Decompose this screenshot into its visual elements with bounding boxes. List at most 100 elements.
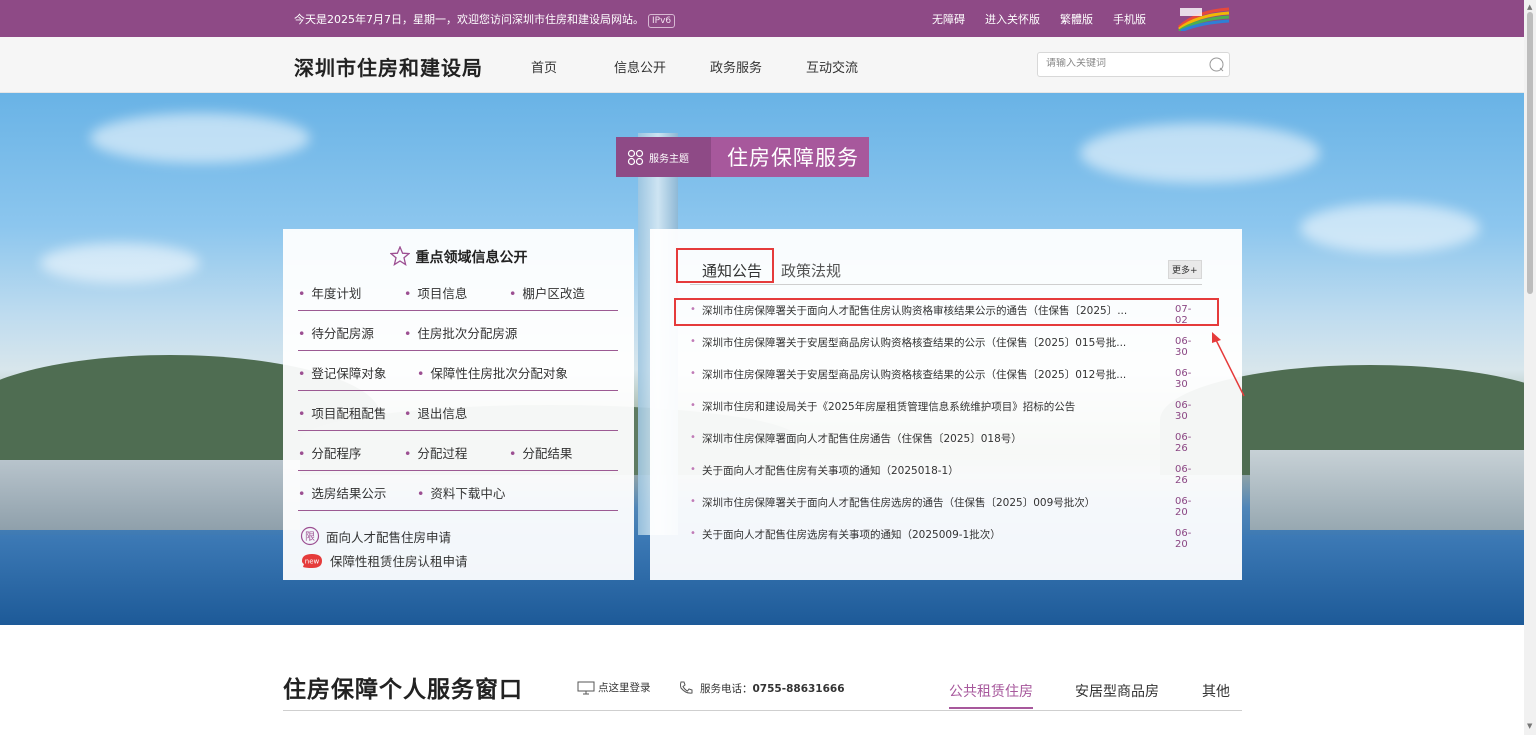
link-batch-housing[interactable]: 住房批次分配房源 (404, 323, 517, 342)
notice-tab-highlight-box (676, 248, 774, 283)
new-badge-text: new (305, 557, 320, 565)
list-item[interactable]: • 深圳市住房和建设局关于《2025年房屋租赁管理信息系统维护项目》招标的公告 06… (690, 395, 1202, 427)
service-theme-tag: 服务主题 住房保障服务 (616, 137, 869, 177)
link-shantytown[interactable]: 棚户区改造 (509, 283, 585, 302)
link-pending-housing[interactable]: 待分配房源 (298, 323, 374, 342)
link-batch-targets[interactable]: 保障性住房批次分配对象 (417, 363, 568, 382)
list-item[interactable]: • 深圳市住房保障署关于安居型商品房认购资格核查结果的公示（住保售〔2025〕01… (690, 331, 1202, 363)
phone-icon (680, 681, 693, 694)
notice-title[interactable]: 关于面向人才配售住房选房有关事项的通知（2025009-1批次） (702, 527, 1152, 542)
list-item[interactable]: • 深圳市住房保障署面向人才配售住房通告（住保售〔2025〕018号） 06-26 (690, 427, 1202, 459)
info-row-6: 选房结果公示 资料下载中心 (298, 471, 618, 511)
tab-other[interactable]: 其他 (1202, 681, 1230, 701)
rental-housing-apply[interactable]: new 保障性租赁住房认租申请 (300, 551, 468, 570)
link-project-info[interactable]: 项目信息 (404, 283, 467, 302)
link-allocation-process[interactable]: 分配过程 (404, 443, 467, 462)
notice-list: • 深圳市住房保障署关于面向人才配售住房认购资格审核结果公示的通告（住保售〔202… (690, 299, 1202, 555)
monitor-icon (577, 681, 595, 694)
scroll-thumb[interactable] (1527, 12, 1533, 294)
phone-label: 服务电话： (700, 682, 753, 695)
top-links: 无障碍 进入关怀版 繁體版 手机版 (932, 11, 1146, 27)
main-nav: 首页 信息公开 政务服务 互动交流 (531, 57, 858, 76)
notice-title[interactable]: 深圳市住房和建设局关于《2025年房屋租赁管理信息系统维护项目》招标的公告 (702, 399, 1152, 414)
talent-housing-apply[interactable]: 限 面向人才配售住房申请 (300, 526, 451, 546)
nav-interaction[interactable]: 互动交流 (806, 57, 858, 76)
talent-housing-apply-text: 面向人才配售住房申请 (326, 529, 452, 545)
top-bar: 今天是2025年7月7日，星期一，欢迎您访问深圳市住房和建设局网站。 IPv6 无… (0, 0, 1524, 37)
notice-title[interactable]: 深圳市住房保障署关于安居型商品房认购资格核查结果的公示（住保售〔2025〕015… (702, 335, 1152, 350)
traditional-chinese-link[interactable]: 繁體版 (1060, 11, 1093, 27)
ipv6-badge: IPv6 (648, 14, 676, 28)
star-icon (388, 245, 411, 267)
first-notice-highlight-box (674, 298, 1219, 326)
tab-public-rental[interactable]: 公共租赁住房 (949, 681, 1033, 709)
new-badge-icon: new (302, 553, 322, 568)
service-theme-title: 住房保障服务 (711, 137, 869, 177)
link-exit-info[interactable]: 退出信息 (404, 403, 467, 422)
notice-date: 06-26 (1175, 464, 1192, 486)
mobile-version-link[interactable]: 手机版 (1113, 11, 1146, 27)
notice-title[interactable]: 深圳市住房保障署关于面向人才配售住房选房的通告（住保售〔2025〕009号批次） (702, 495, 1152, 510)
care-mode-link[interactable]: 进入关怀版 (985, 11, 1040, 27)
nav-info-disclosure[interactable]: 信息公开 (614, 57, 710, 76)
section-divider (283, 710, 1242, 711)
search-box (1037, 52, 1230, 77)
link-registered-targets[interactable]: 登记保障对象 (298, 363, 386, 382)
info-row-3: 登记保障对象 保障性住房批次分配对象 (298, 351, 618, 391)
list-item[interactable]: • 深圳市住房保障署关于面向人才配售住房选房的通告（住保售〔2025〕009号批次… (690, 491, 1202, 523)
list-item[interactable]: • 关于面向人才配售住房选房有关事项的通知（2025009-1批次） 06-20 (690, 523, 1202, 555)
annotation-arrow-icon (1212, 332, 1245, 397)
notice-date: 06-30 (1175, 368, 1192, 390)
notice-date: 06-30 (1175, 400, 1192, 422)
tab-affordable-housing[interactable]: 安居型商品房 (1075, 681, 1159, 701)
nav-home[interactable]: 首页 (531, 57, 614, 76)
link-download-center[interactable]: 资料下载中心 (417, 483, 505, 502)
tab-policies[interactable]: 政策法规 (781, 260, 841, 281)
link-allocation-result[interactable]: 分配结果 (509, 443, 572, 462)
search-icon[interactable] (1209, 57, 1224, 72)
notice-title[interactable]: 关于面向人才配售住房有关事项的通知（2025018-1） (702, 463, 1152, 478)
nav-gov-services[interactable]: 政务服务 (710, 57, 806, 76)
search-input[interactable] (1046, 58, 1196, 69)
welcome-text: 今天是2025年7月7日，星期一，欢迎您访问深圳市住房和建设局网站。 (294, 13, 644, 26)
link-rent-sale[interactable]: 项目配租配售 (298, 403, 386, 422)
personal-service-title: 住房保障个人服务窗口 (283, 677, 523, 703)
notice-date: 06-26 (1175, 432, 1192, 454)
phone-number: 0755-88631666 (752, 682, 845, 695)
login-link[interactable]: 点这里登录 (577, 680, 651, 695)
notice-date: 06-20 (1175, 528, 1192, 550)
info-row-5: 分配程序 分配过程 分配结果 (298, 431, 618, 471)
limit-badge-text: 限 (305, 531, 315, 543)
accessibility-link[interactable]: 无障碍 (932, 11, 965, 27)
site-header: 深圳市住房和建设局 首页 信息公开 政务服务 互动交流 (0, 37, 1524, 93)
list-item[interactable]: • 关于面向人才配售住房有关事项的通知（2025018-1） 06-26 (690, 459, 1202, 491)
rental-housing-apply-text: 保障性租赁住房认租申请 (330, 554, 468, 569)
welcome-message: 今天是2025年7月7日，星期一，欢迎您访问深圳市住房和建设局网站。 IPv6 (294, 11, 676, 28)
key-info-title-text: 重点领域信息公开 (415, 250, 528, 266)
notice-title[interactable]: 深圳市住房保障署面向人才配售住房通告（住保售〔2025〕018号） (702, 431, 1152, 446)
link-annual-plan[interactable]: 年度计划 (298, 283, 361, 302)
key-info-panel: 重点领域信息公开 年度计划 项目信息 棚户区改造 待分配房源 住房批次分配房源 … (283, 229, 634, 580)
info-row-2: 待分配房源 住房批次分配房源 (298, 311, 618, 351)
scroll-down-icon[interactable]: ▼ (1527, 722, 1532, 730)
scroll-up-icon[interactable]: ▲ (1527, 3, 1532, 11)
list-item[interactable]: • 深圳市住房保障署关于安居型商品房认购资格核查结果的公示（住保售〔2025〕01… (690, 363, 1202, 395)
service-theme-label: 服务主题 (616, 137, 711, 177)
notice-date: 06-30 (1175, 336, 1192, 358)
login-text: 点这里登录 (598, 682, 651, 694)
link-selection-result[interactable]: 选房结果公示 (298, 483, 386, 502)
info-row-1: 年度计划 项目信息 棚户区改造 (298, 271, 618, 311)
service-theme-text: 服务主题 (649, 153, 689, 165)
rainbow-logo-icon[interactable] (1177, 5, 1231, 31)
key-info-title: 重点领域信息公开 (283, 245, 634, 267)
service-phone: 服务电话：0755-88631666 (678, 680, 845, 696)
link-allocation-procedure[interactable]: 分配程序 (298, 443, 361, 462)
page-scrollbar[interactable]: ▲ ▼ (1524, 0, 1536, 735)
limit-icon: 限 (300, 526, 320, 546)
notice-date: 06-20 (1175, 496, 1192, 518)
more-button[interactable]: 更多+ (1168, 260, 1202, 279)
notice-title[interactable]: 深圳市住房保障署关于安居型商品房认购资格核查结果的公示（住保售〔2025〕012… (702, 367, 1152, 382)
info-row-4: 项目配租配售 退出信息 (298, 391, 618, 431)
grid-icon (627, 149, 644, 165)
site-title[interactable]: 深圳市住房和建设局 (294, 52, 483, 81)
